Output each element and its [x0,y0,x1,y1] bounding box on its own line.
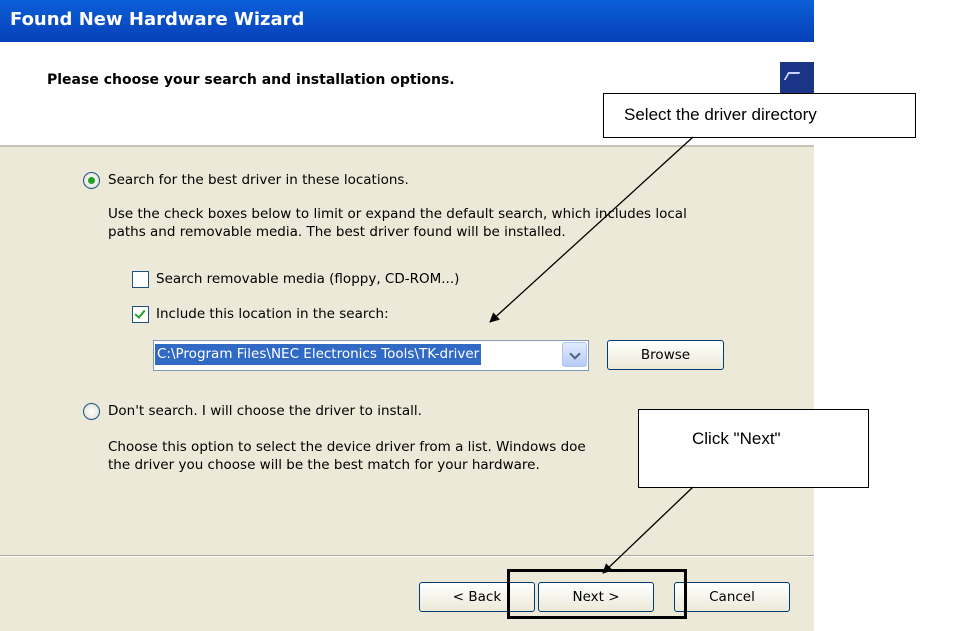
arrow-to-location [489,136,694,323]
annotation-arrows [489,136,694,574]
arrow-to-next [602,486,694,574]
